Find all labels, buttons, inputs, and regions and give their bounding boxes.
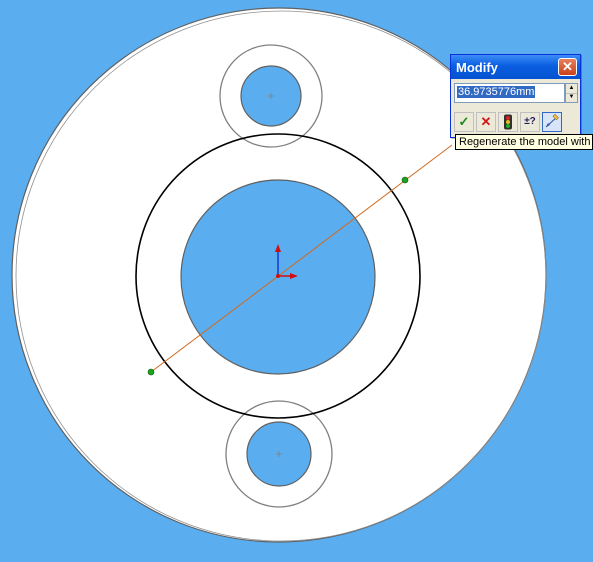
tooltip: Regenerate the model with t (455, 134, 593, 150)
value-spinner[interactable]: ▲ ▼ (565, 83, 578, 103)
close-icon: ✕ (562, 59, 573, 74)
traffic-light-icon (504, 114, 512, 130)
accept-button[interactable]: ✓ (454, 112, 474, 132)
x-icon: ✕ (480, 114, 492, 129)
spin-down-icon[interactable]: ▼ (566, 93, 577, 102)
tolerance-button[interactable]: ±? (520, 112, 540, 132)
modify-title: Modify (456, 60, 498, 75)
dimension-endpoint-right[interactable] (401, 176, 409, 184)
cancel-button[interactable]: ✕ (476, 112, 496, 132)
dimension-endpoint-left[interactable] (147, 368, 155, 376)
mark-dimension-button[interactable] (542, 112, 562, 132)
checkmark-icon: ✓ (458, 114, 470, 129)
modify-titlebar[interactable]: Modify ✕ (451, 55, 580, 79)
dimension-value-text: 36.9735776mm (457, 86, 536, 98)
dimension-value-input[interactable]: 36.9735776mm (454, 83, 565, 103)
dimension-pencil-icon (545, 113, 559, 128)
close-button[interactable]: ✕ (558, 58, 577, 76)
rebuild-button[interactable] (498, 112, 518, 132)
plus-minus-question-icon: ±? (524, 116, 536, 127)
tooltip-text: Regenerate the model with t (459, 136, 593, 148)
modify-dialog: Modify ✕ 36.9735776mm ▲ ▼ ✓ ✕ ±? (450, 54, 581, 138)
